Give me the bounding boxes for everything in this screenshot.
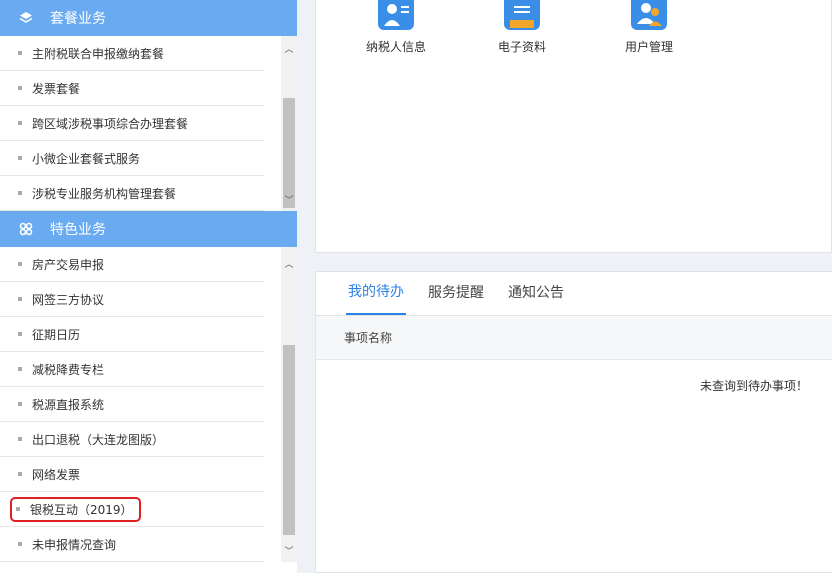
todo-panel: 我的待办 服务提醒 通知公告 事项名称 未查询到待办事项！: [315, 271, 832, 573]
special-section-title: 特色业务: [50, 222, 106, 238]
sidebar-item-tax-source-report[interactable]: 税源直报系统: [0, 387, 264, 422]
document-icon: [504, 0, 540, 30]
package-section-title: 套餐业务: [50, 11, 106, 27]
bullet-icon: [18, 542, 22, 546]
sidebar-item-tax-calendar[interactable]: 征期日历: [0, 317, 264, 352]
bullet-icon: [18, 191, 22, 195]
package-scrollbar[interactable]: ︿ ﹀: [281, 36, 297, 211]
special-list: 房产交易申报 网签三方协议 征期日历 减税降费专栏 税源直报系统 出口退税（大连…: [0, 247, 297, 562]
bullet-icon: [18, 51, 22, 55]
quick-apps-panel: 纳税人信息 电子资料 用户管理: [315, 0, 832, 253]
sidebar-item-invoice-package[interactable]: 发票套餐: [0, 71, 264, 106]
special-section-header[interactable]: 特色业务: [0, 211, 297, 247]
app-electronic-docs[interactable]: 电子资料: [477, 0, 567, 55]
bullet-icon: [18, 86, 22, 90]
tab-notice[interactable]: 通知公告: [506, 272, 566, 315]
bullet-icon: [18, 332, 22, 336]
app-label: 用户管理: [624, 40, 673, 54]
empty-message: 未查询到待办事项！: [699, 379, 808, 393]
clover-icon: [18, 221, 34, 237]
package-section-header[interactable]: 套餐业务: [0, 0, 297, 36]
user-card-icon: [378, 0, 414, 30]
scroll-up-icon[interactable]: ︿: [281, 257, 297, 273]
bullet-icon: [18, 297, 22, 301]
layers-icon: [18, 10, 34, 26]
tab-my-todo[interactable]: 我的待办: [346, 272, 406, 315]
tab-bar: 我的待办 服务提醒 通知公告: [316, 272, 832, 316]
bullet-icon: [18, 262, 22, 266]
package-list: 主附税联合申报缴纳套餐 发票套餐 跨区域涉税事项综合办理套餐 小微企业套餐式服务…: [0, 36, 297, 211]
bullet-icon: [18, 402, 22, 406]
highlight-box: 银税互动（2019）: [10, 496, 141, 522]
sidebar-item-online-invoice[interactable]: 网络发票: [0, 457, 264, 492]
users-icon: [631, 0, 667, 30]
app-label: 纳税人信息: [365, 40, 426, 54]
bullet-icon: [18, 156, 22, 160]
sidebar-item-cross-region[interactable]: 跨区域涉税事项综合办理套餐: [0, 106, 264, 141]
scrollbar-thumb[interactable]: [283, 98, 295, 208]
tab-service-reminder[interactable]: 服务提醒: [426, 272, 486, 315]
special-scrollbar[interactable]: ︿ ﹀: [281, 247, 297, 562]
sidebar-item-tax-reduction[interactable]: 减税降费专栏: [0, 352, 264, 387]
bullet-icon: [16, 507, 20, 511]
scroll-up-icon[interactable]: ︿: [281, 42, 297, 58]
scrollbar-thumb[interactable]: [283, 345, 295, 535]
app-label: 电子资料: [497, 40, 546, 54]
bullet-icon: [18, 472, 22, 476]
sidebar-item-tax-agency[interactable]: 涉税专业服务机构管理套餐: [0, 176, 264, 211]
sidebar-item-small-business[interactable]: 小微企业套餐式服务: [0, 141, 264, 176]
bullet-icon: [18, 437, 22, 441]
scroll-down-icon[interactable]: ﹀: [281, 544, 297, 560]
scroll-down-icon[interactable]: ﹀: [281, 193, 297, 209]
sidebar-item-joint-declaration[interactable]: 主附税联合申报缴纳套餐: [0, 36, 264, 71]
sidebar-item-undeclared-query[interactable]: 未申报情况查询: [0, 527, 264, 562]
app-user-management[interactable]: 用户管理: [604, 0, 694, 55]
app-taxpayer-info[interactable]: 纳税人信息: [351, 0, 441, 55]
sidebar-item-property-transaction[interactable]: 房产交易申报: [0, 247, 264, 282]
sidebar-item-tripartite-agreement[interactable]: 网签三方协议: [0, 282, 264, 317]
sidebar: 套餐业务 主附税联合申报缴纳套餐 发票套餐 跨区域涉税事项综合办理套餐 小微企业…: [0, 0, 297, 573]
column-item-name: 事项名称: [344, 331, 393, 345]
sidebar-item-export-refund[interactable]: 出口退税（大连龙图版）: [0, 422, 264, 457]
sidebar-item-bank-tax[interactable]: 银税互动（2019）: [0, 492, 264, 527]
table-header: 事项名称: [316, 316, 832, 360]
bullet-icon: [18, 367, 22, 371]
bullet-icon: [18, 121, 22, 125]
